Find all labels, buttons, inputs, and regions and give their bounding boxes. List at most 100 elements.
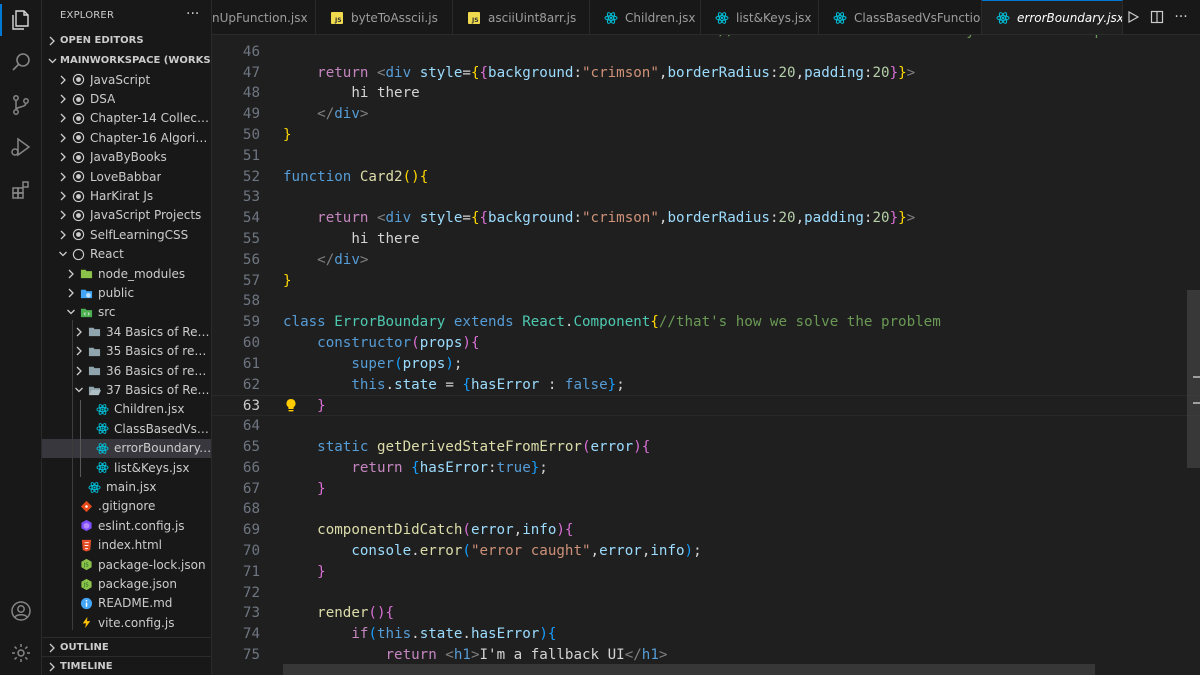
- sidebar-item-36-basics[interactable]: 36 Basics of react 3: [42, 361, 211, 380]
- line-number: 54: [242, 210, 260, 227]
- extensions-icon[interactable]: [0, 170, 42, 210]
- run-file-icon[interactable]: [1124, 8, 1142, 26]
- code-line[interactable]: 49 </div>: [212, 104, 1200, 125]
- workspace-section[interactable]: MAINWORKSPACE (WORKSPA...: [42, 51, 211, 71]
- sidebar-item-node-modules[interactable]: node_modules: [42, 264, 211, 283]
- code-line[interactable]: 66 return {hasError:true};: [212, 458, 1200, 479]
- code-line[interactable]: 60 constructor(props){: [212, 333, 1200, 354]
- code-line[interactable]: 65 static getDerivedStateFromError(error…: [212, 437, 1200, 458]
- sidebar-item-react[interactable]: React: [42, 245, 211, 264]
- sidebar-item-lovebabbar[interactable]: LoveBabbar: [42, 167, 211, 186]
- react-icon: [95, 422, 109, 436]
- code-line[interactable]: 48 hi there: [212, 83, 1200, 104]
- code-line[interactable]: 47 return <div style={{background:"crims…: [212, 63, 1200, 84]
- chevron-down-icon: [48, 58, 57, 64]
- sidebar-item-harkirat[interactable]: HarKirat Js: [42, 186, 211, 205]
- sidebar-item-src[interactable]: src: [42, 303, 211, 322]
- tab-errorboundary[interactable]: errorBoundary.jsx×: [982, 0, 1123, 34]
- code-line[interactable]: 72: [212, 583, 1200, 604]
- search-icon[interactable]: [0, 42, 42, 82]
- outline-section[interactable]: OUTLINE: [42, 637, 211, 657]
- source-control-icon[interactable]: [0, 85, 42, 125]
- open-editors-section[interactable]: OPEN EDITORS: [42, 31, 211, 51]
- code-line[interactable]: 75 return <h1>I'm a fallback UI</h1>: [212, 645, 1200, 666]
- sidebar-item-public[interactable]: public: [42, 283, 211, 302]
- sidebar-item-package-lock[interactable]: JS package-lock.json: [42, 555, 211, 574]
- code-line[interactable]: 74 if(this.state.hasError){: [212, 624, 1200, 645]
- sidebar-item-javascript[interactable]: JavaScript: [42, 70, 211, 89]
- js-icon: JS: [467, 11, 481, 25]
- run-debug-icon[interactable]: [0, 127, 42, 167]
- sidebar-item-eslint-config[interactable]: eslint.config.js: [42, 516, 211, 535]
- code-line[interactable]: 64: [212, 416, 1200, 437]
- sidebar-item-index-html[interactable]: index.html: [42, 536, 211, 555]
- sidebar-item-vite-config[interactable]: vite.config.js: [42, 613, 211, 632]
- sidebar-item-classbased-jsx[interactable]: ClassBasedVsFunc...: [42, 419, 211, 438]
- sidebar-item-dsa[interactable]: DSA: [42, 89, 211, 108]
- sidebar-item-chapter-14[interactable]: Chapter-14 Collection...: [42, 109, 211, 128]
- code-line[interactable]: 70 console.error("error caught",error,in…: [212, 541, 1200, 562]
- sidebar-item-readme[interactable]: README.md: [42, 594, 211, 613]
- tab-label: list&Keys.jsx: [736, 10, 812, 25]
- code-line[interactable]: 57}: [212, 271, 1200, 292]
- code-line[interactable]: 62 this.state = {hasError : false};: [212, 375, 1200, 396]
- code-line[interactable]: 67 }: [212, 479, 1200, 500]
- tree-item-label: index.html: [98, 538, 162, 553]
- settings-gear-icon[interactable]: [0, 633, 42, 673]
- sidebar-item-gitignore[interactable]: .gitignore: [42, 497, 211, 516]
- sidebar-item-37-basics[interactable]: 37 Basics of React 4: [42, 380, 212, 399]
- lightbulb-icon[interactable]: [285, 398, 297, 414]
- code-line[interactable]: 58: [212, 291, 1200, 312]
- code-line[interactable]: 69 componentDidCatch(error,info){: [212, 520, 1200, 541]
- tab-children[interactable]: Children.jsx: [590, 0, 701, 34]
- code-line[interactable]: 56 </div>: [212, 250, 1200, 271]
- chevron-right-icon: [60, 75, 66, 85]
- code-line[interactable]: 73 render(){: [212, 603, 1200, 624]
- code-line[interactable]: 52 function Card2(){: [212, 167, 1200, 188]
- tab-listkeys[interactable]: list&Keys.jsx: [701, 0, 819, 34]
- code-line[interactable]: 55 hi there: [212, 229, 1200, 250]
- tab-upfunction[interactable]: nUpFunction.jsx: [212, 0, 316, 34]
- tree-item-label: eslint.config.js: [98, 518, 185, 533]
- account-icon[interactable]: [0, 591, 42, 631]
- code-line[interactable]: 45 //that's where "error boundary" comes…: [212, 35, 1200, 42]
- tab-asciiuint8arr[interactable]: JS asciiUint8arr.js: [453, 0, 590, 34]
- sidebar-item-listkeys-jsx[interactable]: list&Keys.jsx: [42, 458, 211, 477]
- split-editor-icon[interactable]: [1148, 8, 1166, 26]
- sidebar-item-35-basics[interactable]: 35 Basics of react 2: [42, 342, 211, 361]
- more-actions-icon[interactable]: ···: [186, 6, 199, 22]
- tab-classbased[interactable]: ClassBasedVsFunctional.jsx: [819, 0, 982, 34]
- sidebar-item-package-json[interactable]: JS package.json: [42, 574, 211, 593]
- sidebar-item-34-basics[interactable]: 34 Basics of React: [42, 322, 211, 341]
- vertical-scrollbar[interactable]: [1187, 290, 1200, 468]
- sidebar-item-javascript-projects[interactable]: JavaScript Projects: [42, 206, 211, 225]
- code-line[interactable]: 63 }: [212, 395, 1200, 417]
- sidebar-item-javabybooks[interactable]: JavaByBooks: [42, 148, 211, 167]
- sidebar-item-children-jsx[interactable]: Children.jsx: [42, 400, 211, 419]
- tree-item-label: 37 Basics of React 4: [106, 383, 212, 398]
- code-line[interactable]: 61 super(props);: [212, 354, 1200, 375]
- code-line[interactable]: 68: [212, 499, 1200, 520]
- more-actions-icon[interactable]: ···: [1172, 8, 1190, 26]
- line-number: 57: [242, 272, 260, 289]
- horizontal-scrollbar[interactable]: [283, 664, 1095, 675]
- code-line[interactable]: 54 return <div style={{background:"crims…: [212, 208, 1200, 229]
- sidebar-item-main-jsx[interactable]: main.jsx: [42, 477, 211, 496]
- sidebar-item-selflearningcss[interactable]: SelfLearningCSS: [42, 225, 211, 244]
- sidebar-item-errorboundary-jsx[interactable]: errorBoundary.jsx: [42, 438, 211, 458]
- overview-ruler-mark: [1193, 376, 1200, 378]
- code-line[interactable]: 53: [212, 187, 1200, 208]
- explorer-icon[interactable]: [0, 0, 42, 40]
- code-line[interactable]: 71 }: [212, 562, 1200, 583]
- code-editor[interactable]: 45 //that's where "error boundary" comes…: [212, 35, 1200, 675]
- code-line[interactable]: 59 class ErrorBoundary extends React.Comp…: [212, 312, 1200, 333]
- folder-open-icon: [87, 383, 101, 397]
- timeline-section[interactable]: TIMELINE: [42, 656, 211, 675]
- code-text: return <div style={{background:"crimson"…: [317, 210, 916, 227]
- code-line[interactable]: 50}: [212, 125, 1200, 146]
- code-line[interactable]: 46: [212, 42, 1200, 63]
- sidebar-item-chapter-16[interactable]: Chapter-16 Algoritha...: [42, 128, 211, 147]
- code-line[interactable]: 51: [212, 146, 1200, 167]
- tab-bytetoasscii[interactable]: JS byteToAsscii.js: [316, 0, 453, 34]
